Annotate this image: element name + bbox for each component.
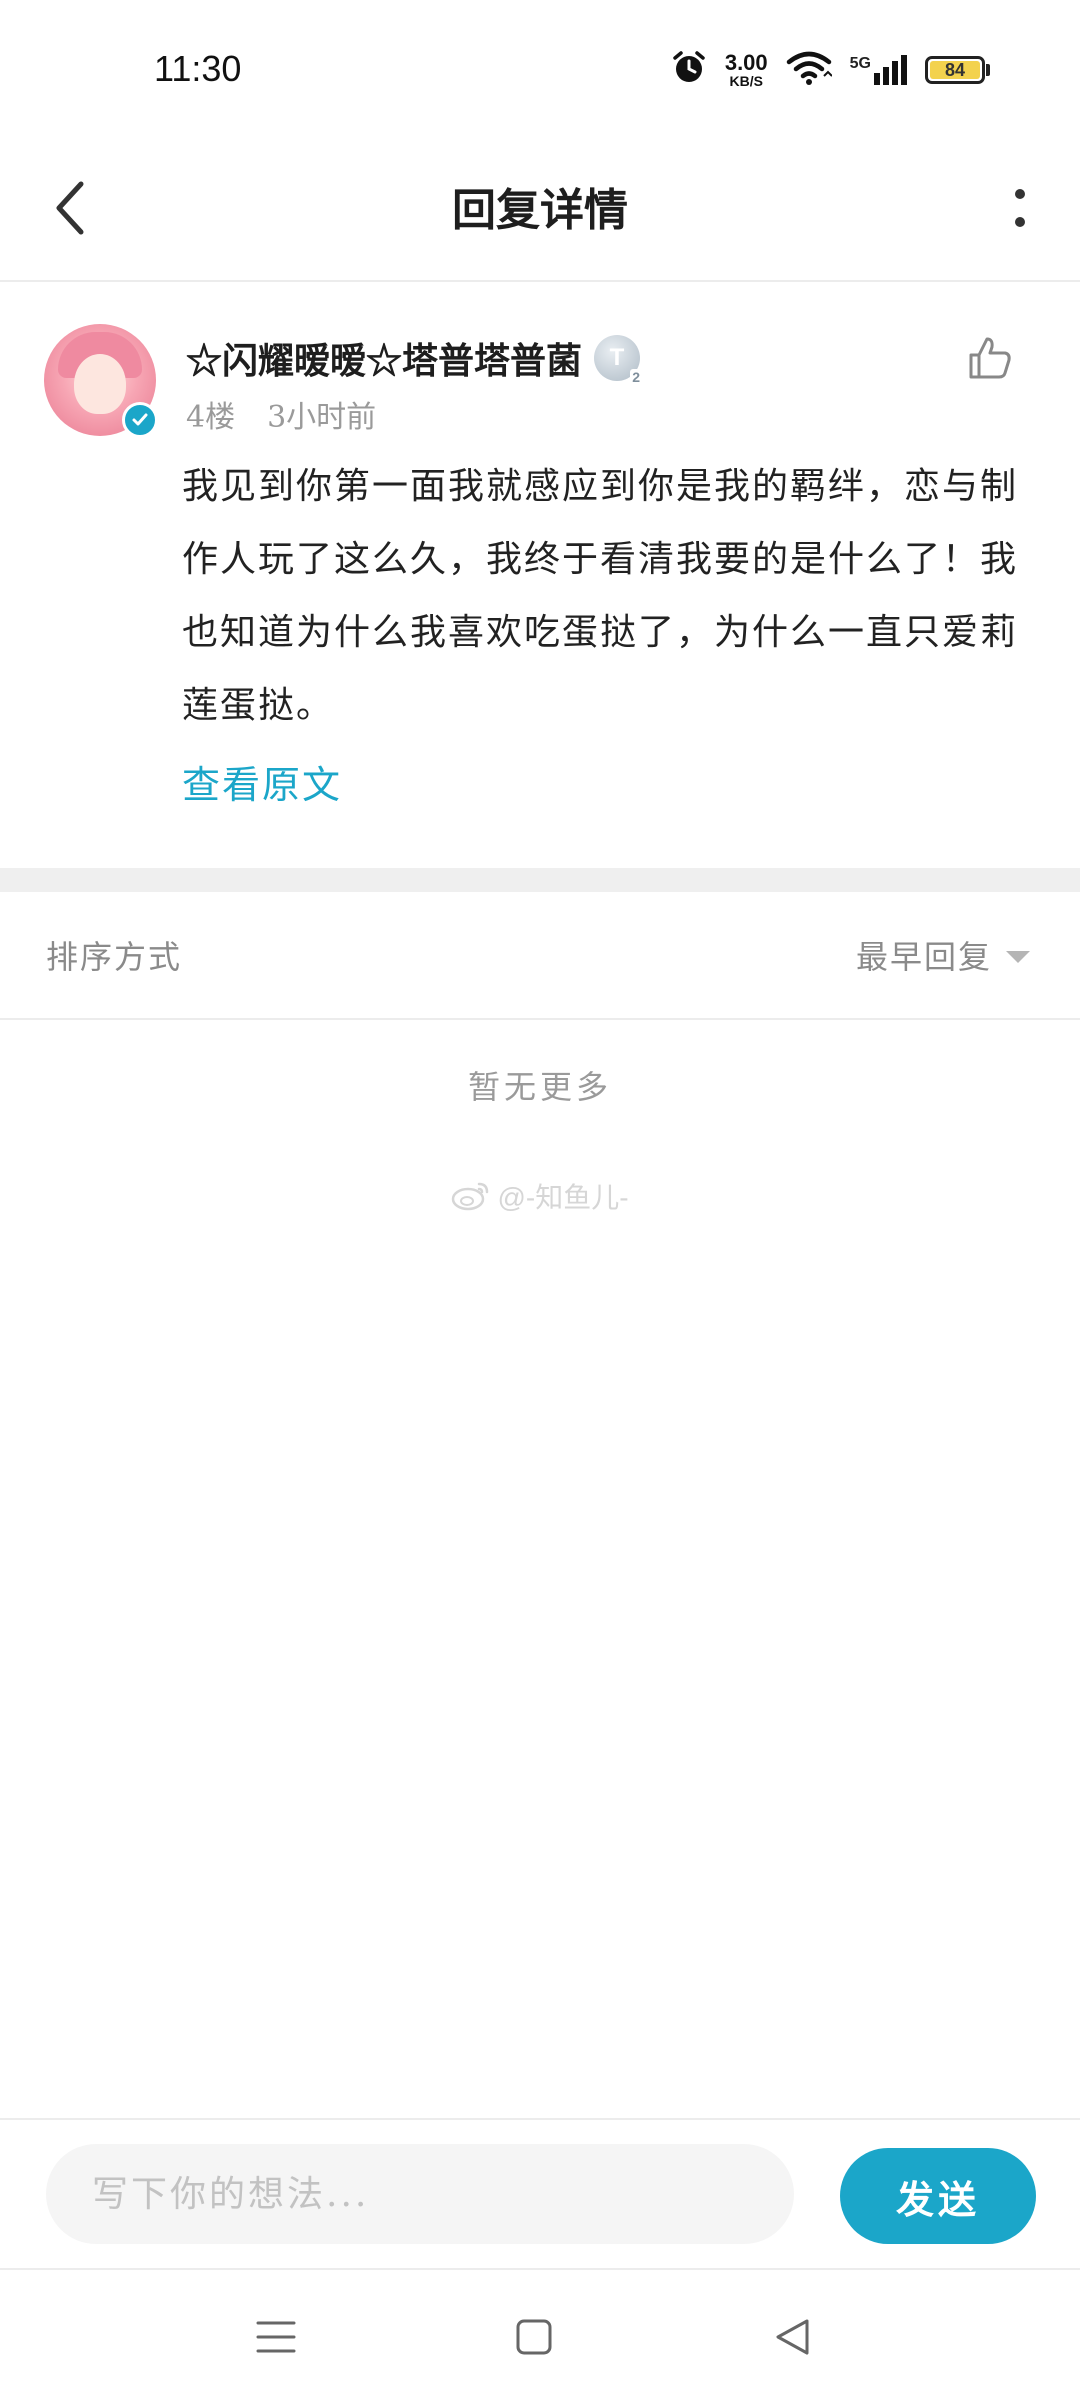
sort-selected-value: 最早回复 <box>855 938 992 976</box>
level-number: 2 <box>630 369 643 385</box>
reply-post: ☆闪耀暧暧☆塔普塔普菌 T 2 4楼 3小时前 我见到你第一面我就感应到你是我的… <box>0 284 1080 868</box>
home-button[interactable] <box>504 2312 564 2362</box>
caret-down-icon <box>1006 951 1030 963</box>
menu-icon <box>256 2321 296 2353</box>
network-type-label: 5G <box>849 55 871 72</box>
signal-icon: 5G <box>850 55 907 85</box>
status-icons: 3.00 KB/S 5G 84 <box>671 50 990 90</box>
sort-dropdown[interactable]: 最早回复 <box>856 932 1030 978</box>
username[interactable]: ☆闪耀暧暧☆塔普塔普菌 <box>186 332 582 384</box>
section-divider <box>0 868 1080 892</box>
battery-icon: 84 <box>925 56 990 84</box>
network-speed-value: 3.00 <box>724 50 768 75</box>
username-row: ☆闪耀暧暧☆塔普塔普菌 T 2 <box>186 332 643 385</box>
network-speed: 3.00 KB/S <box>724 50 768 89</box>
battery-level: 84 <box>930 60 980 80</box>
sort-label: 排序方式 <box>46 938 183 976</box>
post-meta: 4楼 3小时前 <box>186 392 376 436</box>
watermark: @-知鱼儿- <box>0 1176 1080 1216</box>
home-square-icon <box>516 2319 552 2355</box>
watermark-text: @-知鱼儿- <box>497 1182 629 1213</box>
post-content: 我见到你第一面我就感应到你是我的羁绊，恋与制作人玩了这么久，我终于看清我要的是什… <box>182 466 1019 726</box>
level-badge-icon: T 2 <box>594 335 643 385</box>
comment-input[interactable] <box>46 2144 794 2244</box>
nav-back-button[interactable] <box>762 2312 822 2362</box>
empty-state-text: 暂无更多 <box>467 1068 612 1106</box>
recent-apps-button[interactable] <box>246 2312 306 2362</box>
weibo-icon <box>452 1182 489 1211</box>
view-original-link[interactable]: 查看原文 <box>182 754 342 809</box>
more-vertical-icon <box>1015 189 1025 227</box>
floor-number: 4楼 <box>186 400 236 435</box>
wifi-icon <box>786 50 833 90</box>
thumbs-up-icon <box>969 337 1011 379</box>
status-time: 11:30 <box>154 48 242 89</box>
avatar[interactable] <box>44 324 158 438</box>
sort-row: 排序方式 最早回复 <box>0 892 1080 1020</box>
more-options-button[interactable] <box>990 168 1050 248</box>
network-speed-unit: KB/S <box>729 73 763 89</box>
level-badge-letter: T <box>609 344 625 371</box>
like-button[interactable] <box>960 328 1020 388</box>
verified-badge-icon <box>122 402 158 438</box>
alarm-icon <box>671 50 707 90</box>
status-bar: 11:30 3.00 KB/S 5G 84 <box>0 0 1080 140</box>
post-time: 3小时前 <box>267 400 377 435</box>
system-nav-bar <box>0 2272 1080 2400</box>
app-header: 回复详情 <box>0 140 1080 282</box>
send-button[interactable]: 发送 <box>840 2148 1036 2244</box>
page-title: 回复详情 <box>452 185 628 236</box>
comment-composer: 发送 <box>0 2118 1080 2270</box>
back-triangle-icon <box>776 2319 809 2355</box>
